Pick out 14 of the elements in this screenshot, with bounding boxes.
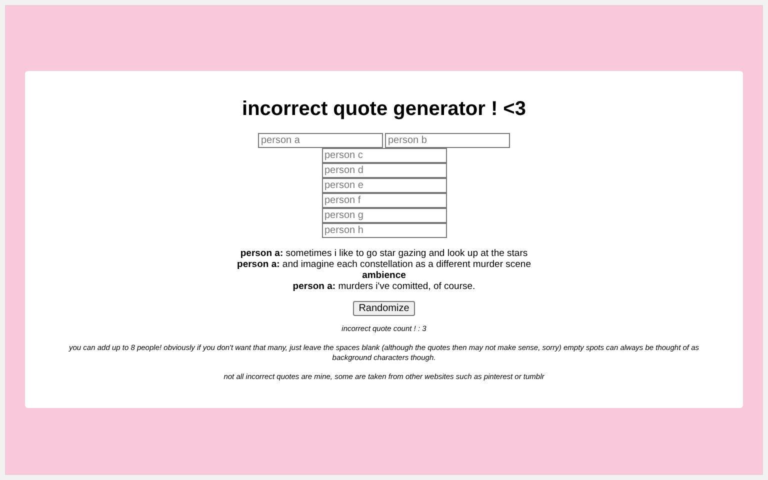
quote-line: person a: sometimes i like to go star gazing and look up at the stars <box>240 248 528 259</box>
quote-line: person a: and imagine each constellation as a different murder scene <box>237 259 531 270</box>
name-input-field[interactable]: person b <box>385 133 510 148</box>
name-input-field[interactable]: person d <box>322 163 446 178</box>
name-input-field[interactable]: person c <box>322 148 446 163</box>
page-title: incorrect quote generator ! <3 <box>242 98 526 121</box>
name-input-field[interactable]: person e <box>322 178 446 193</box>
name-input-field[interactable]: person f <box>322 193 446 208</box>
name-input-field[interactable]: person g <box>322 208 446 223</box>
name-input-field[interactable]: person h <box>322 223 446 238</box>
randomize-button[interactable]: Randomize <box>352 301 416 316</box>
quote-action: ambience <box>362 270 406 281</box>
name-input-field[interactable]: person a <box>258 133 383 148</box>
quote-line: person a: murders i've comitted, of course. <box>292 281 476 292</box>
